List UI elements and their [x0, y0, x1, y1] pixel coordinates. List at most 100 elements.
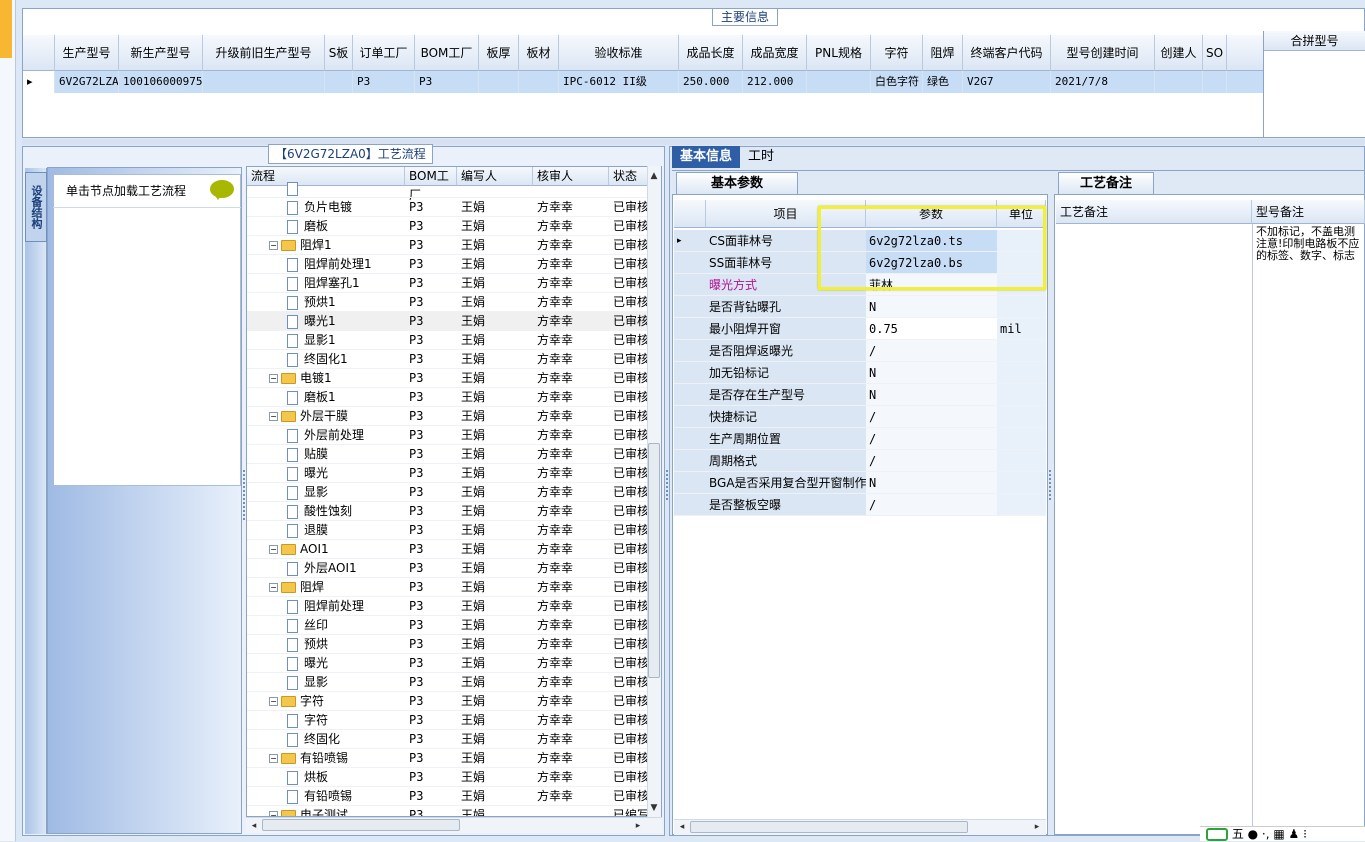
process-status-cell[interactable]: 已审核 [613, 578, 649, 597]
process-row[interactable]: − AOI1 P3 王娟 方幸幸 已审核 [247, 540, 649, 559]
process-writer-cell[interactable]: 王娟 [461, 426, 533, 445]
process-status-cell[interactable]: 已审核 [613, 388, 649, 407]
process-name-cell[interactable]: 有铅喷锡 [247, 787, 405, 806]
process-status-cell[interactable]: 已审核 [613, 730, 649, 749]
process-factory-cell[interactable]: P3 [409, 806, 457, 816]
process-writer-cell[interactable]: 王娟 [461, 445, 533, 464]
row-selector-icon[interactable] [674, 252, 706, 274]
collapse-toggle-icon[interactable]: − [269, 754, 278, 763]
tree-hint-box[interactable] [53, 174, 241, 486]
process-row[interactable]: 曝光 P3 王娟 方幸幸 已审核 [247, 654, 649, 673]
process-factory-cell[interactable]: P3 [409, 559, 457, 578]
process-writer-cell[interactable]: 王娟 [461, 255, 533, 274]
process-reviewer-cell[interactable]: 方幸幸 [537, 616, 609, 635]
param-value-cell[interactable]: 0.75 [866, 318, 997, 340]
process-factory-cell[interactable]: P3 [409, 540, 457, 559]
row-selector-icon[interactable] [674, 472, 706, 494]
main-cell[interactable] [479, 71, 519, 93]
tab-process-memo[interactable]: 工艺备注 [1058, 172, 1154, 194]
process-writer-cell[interactable]: 王娟 [461, 369, 533, 388]
process-status-cell[interactable]: 已审核 [613, 521, 649, 540]
main-cell[interactable]: P3 [353, 71, 415, 93]
process-writer-cell[interactable]: 王娟 [461, 597, 533, 616]
process-writer-cell[interactable]: 王娟 [461, 616, 533, 635]
process-factory-cell[interactable]: P3 [409, 578, 457, 597]
process-factory-cell[interactable]: P3 [409, 293, 457, 312]
main-col-header[interactable]: 验收标准 [559, 35, 679, 71]
param-row[interactable]: 是否背钻曝孔 N [674, 296, 1046, 318]
process-reviewer-cell[interactable]: 方幸幸 [537, 635, 609, 654]
process-reviewer-cell[interactable]: 方幸幸 [537, 369, 609, 388]
process-row[interactable]: 曝光 P3 王娟 方幸幸 已审核 [247, 464, 649, 483]
main-col-header[interactable]: 板厚 [479, 35, 519, 71]
param-value-cell[interactable]: N [866, 472, 997, 494]
process-status-cell[interactable]: 已审核 [613, 445, 649, 464]
process-status-cell[interactable]: 已审核 [613, 255, 649, 274]
process-row[interactable]: − 阻焊 P3 王娟 方幸幸 已审核 [247, 578, 649, 597]
process-status-cell[interactable]: 已审核 [613, 616, 649, 635]
process-status-cell[interactable]: 已审核 [613, 635, 649, 654]
main-cell[interactable] [1203, 71, 1227, 93]
scroll-left-arrow-icon[interactable]: ◂ [675, 819, 689, 835]
main-col-header[interactable]: 生产型号 [55, 35, 119, 71]
process-name-cell[interactable]: 字符 [247, 711, 405, 730]
process-reviewer-cell[interactable]: 方幸幸 [537, 255, 609, 274]
param-value-cell[interactable]: / [866, 494, 997, 516]
process-reviewer-cell[interactable] [537, 806, 609, 816]
process-factory-cell[interactable]: P3 [409, 521, 457, 540]
process-writer-cell[interactable]: 王娟 [461, 198, 533, 217]
process-reviewer-cell[interactable]: 方幸幸 [537, 692, 609, 711]
process-factory-cell[interactable]: P3 [409, 255, 457, 274]
collapse-toggle-icon[interactable]: − [269, 545, 278, 554]
process-reviewer-cell[interactable]: 方幸幸 [537, 540, 609, 559]
process-name-cell[interactable]: 曝光 [247, 654, 405, 673]
process-reviewer-cell[interactable]: 方幸幸 [537, 711, 609, 730]
process-row[interactable]: 终固化1 P3 王娟 方幸幸 已审核 [247, 350, 649, 369]
process-factory-cell[interactable]: P3 [409, 274, 457, 293]
process-row[interactable]: 预烘1 P3 王娟 方幸幸 已审核 [247, 293, 649, 312]
row-selector-icon[interactable]: ▸ [674, 230, 706, 252]
process-name-cell[interactable]: 终固化1 [247, 350, 405, 369]
param-value-cell[interactable]: / [866, 406, 997, 428]
process-row[interactable]: 贴膜 P3 王娟 方幸幸 已审核 [247, 445, 649, 464]
process-reviewer-cell[interactable]: 方幸幸 [537, 749, 609, 768]
splitter-grip[interactable] [666, 470, 669, 500]
process-factory-cell[interactable]: P3 [409, 711, 457, 730]
param-row[interactable]: 是否整板空曝 / [674, 494, 1046, 516]
process-factory-cell[interactable]: P3 [409, 749, 457, 768]
process-reviewer-cell[interactable]: 方幸幸 [537, 502, 609, 521]
main-col-header[interactable]: 订单工厂 [353, 35, 415, 71]
process-name-cell[interactable]: 显影1 [247, 331, 405, 350]
process-name-cell[interactable]: 外层AOI1 [247, 559, 405, 578]
process-name-cell[interactable]: − 阻焊1 [247, 236, 405, 255]
process-status-cell[interactable]: 已审核 [613, 312, 649, 331]
process-reviewer-cell[interactable]: 方幸幸 [537, 331, 609, 350]
process-reviewer-cell[interactable]: 方幸幸 [537, 388, 609, 407]
process-row[interactable]: 显影1 P3 王娟 方幸幸 已审核 [247, 331, 649, 350]
process-factory-cell[interactable] [409, 179, 457, 198]
param-value-cell[interactable]: N [866, 296, 997, 318]
process-row[interactable]: 阻焊塞孔1 P3 王娟 方幸幸 已审核 [247, 274, 649, 293]
process-status-cell[interactable]: 已审核 [613, 540, 649, 559]
model-memo-text[interactable]: 不加标记，不盖电测 注意!印制电路板不应 的标签、数字、标志 [1256, 226, 1365, 266]
process-status-cell[interactable]: 已审核 [613, 331, 649, 350]
main-col-header[interactable]: PNL规格 [807, 35, 871, 71]
process-status-cell[interactable]: 已审核 [613, 654, 649, 673]
process-writer-cell[interactable]: 王娟 [461, 217, 533, 236]
row-selector-icon[interactable] [674, 340, 706, 362]
process-name-cell[interactable]: 酸性蚀刻 [247, 502, 405, 521]
process-writer-cell[interactable]: 王娟 [461, 331, 533, 350]
process-writer-cell[interactable]: 王娟 [461, 483, 533, 502]
param-value-cell[interactable]: / [866, 340, 997, 362]
scroll-up-arrow-icon[interactable]: ▲ [647, 168, 661, 184]
param-value-cell[interactable]: N [866, 362, 997, 384]
process-row[interactable]: 终固化 P3 王娟 方幸幸 已审核 [247, 730, 649, 749]
process-row[interactable]: − 电子测试 P3 王娟 已编写 [247, 806, 649, 816]
process-row[interactable]: − 外层干膜 P3 王娟 方幸幸 已审核 [247, 407, 649, 426]
process-status-cell[interactable]: 已审核 [613, 787, 649, 806]
main-col-header[interactable]: 新生产型号 [119, 35, 203, 71]
process-writer-cell[interactable]: 王娟 [461, 274, 533, 293]
process-row[interactable]: − 有铅喷锡 P3 王娟 方幸幸 已审核 [247, 749, 649, 768]
param-row[interactable]: 周期格式 / [674, 450, 1046, 472]
process-writer-cell[interactable]: 王娟 [461, 673, 533, 692]
